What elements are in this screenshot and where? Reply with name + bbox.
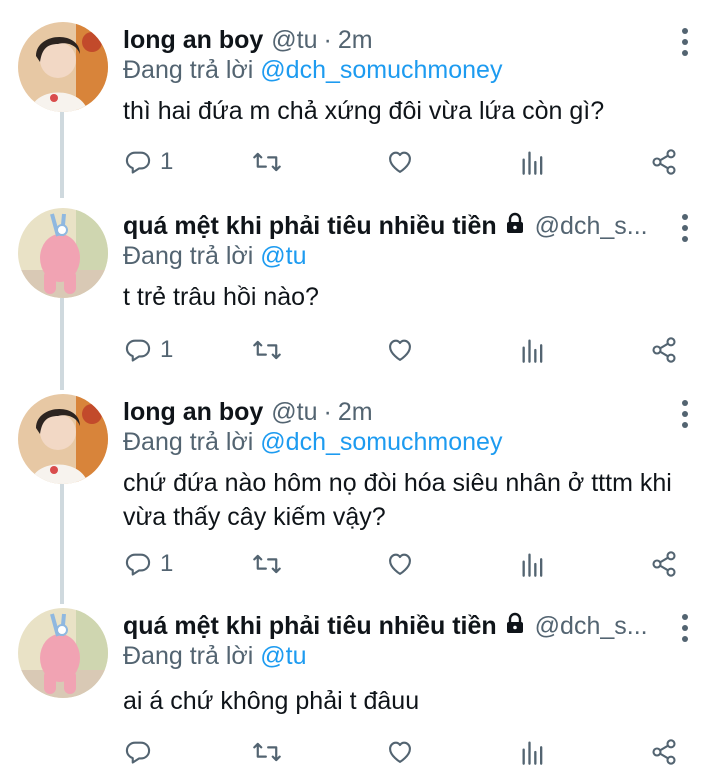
action-bar: 1 — [0, 546, 720, 582]
user-handle[interactable]: @tu — [271, 398, 317, 427]
lock-icon — [503, 211, 527, 242]
share-button[interactable] — [650, 546, 678, 582]
reply-to-mention[interactable]: @tu — [260, 242, 306, 270]
analytics-icon — [522, 553, 543, 577]
analytics-icon — [522, 339, 543, 363]
reply-count: 1 — [160, 336, 174, 363]
reply-count: 1 — [160, 550, 174, 577]
tweet-text: ai á chứ không phải t đâuu — [123, 687, 420, 715]
display-name[interactable]: quá mệt khi phải tiêu nhiều tiền — [123, 612, 497, 641]
analytics-button[interactable] — [520, 546, 546, 582]
analytics-button[interactable] — [520, 144, 546, 180]
heart-icon — [389, 339, 411, 361]
analytics-icon — [522, 151, 543, 175]
reply-icon — [125, 741, 151, 764]
reply-to-mention[interactable]: @dch_somuchmoney — [260, 428, 502, 456]
reply-button[interactable] — [124, 734, 160, 770]
replying-label: Đang trả lời — [123, 56, 254, 84]
analytics-icon — [522, 741, 543, 765]
share-icon — [652, 551, 676, 577]
like-button[interactable] — [386, 734, 414, 770]
user-handle[interactable]: @dch_s... — [535, 212, 648, 241]
tweet-text: chứ đứa nào hôm nọ đòi hóa siêu nhân ở t… — [123, 469, 672, 531]
timestamp[interactable]: 2m — [338, 398, 373, 427]
retweet-button[interactable] — [252, 546, 282, 582]
replying-to: Đang trả lời @dch_somuchmoney — [123, 56, 502, 85]
share-icon — [652, 337, 676, 363]
analytics-button[interactable] — [520, 734, 546, 770]
reply-button[interactable]: 1 — [124, 546, 173, 582]
action-bar — [0, 734, 720, 770]
user-handle[interactable]: @dch_s... — [535, 612, 648, 641]
reply-icon — [125, 553, 151, 576]
action-bar: 1 — [0, 144, 720, 180]
replying-label: Đang trả lời — [123, 242, 254, 270]
share-button[interactable] — [650, 734, 678, 770]
heart-icon — [389, 151, 411, 173]
avatar[interactable] — [18, 208, 108, 298]
retweet-icon — [253, 340, 281, 360]
display-name[interactable]: long an boy — [123, 26, 263, 55]
avatar[interactable] — [18, 22, 108, 112]
reply-count: 1 — [160, 148, 174, 175]
replying-label: Đang trả lời — [123, 428, 254, 456]
like-button[interactable] — [386, 144, 414, 180]
user-handle[interactable]: @tu — [271, 26, 317, 55]
more-options-icon[interactable] — [678, 28, 692, 56]
tweet-text: thì hai đứa m chả xứng đôi vừa lứa còn g… — [123, 97, 605, 125]
more-options-icon[interactable] — [678, 214, 692, 242]
more-options-icon[interactable] — [678, 614, 692, 642]
reply-button[interactable]: 1 — [124, 144, 173, 180]
reply-button[interactable]: 1 — [124, 332, 173, 368]
like-button[interactable] — [386, 332, 414, 368]
heart-icon — [389, 741, 411, 763]
more-options-icon[interactable] — [678, 400, 692, 428]
action-bar: 1 — [0, 332, 720, 368]
reply-to-mention[interactable]: @tu — [260, 642, 306, 670]
share-button[interactable] — [650, 332, 678, 368]
replying-to: Đang trả lời @tu — [123, 242, 307, 271]
display-name[interactable]: quá mệt khi phải tiêu nhiều tiền — [123, 212, 497, 241]
reply-icon — [125, 151, 151, 174]
retweet-icon — [253, 742, 281, 762]
share-button[interactable] — [650, 144, 678, 180]
replying-to: Đang trả lời @dch_somuchmoney — [123, 428, 502, 457]
retweet-button[interactable] — [252, 332, 282, 368]
display-name[interactable]: long an boy — [123, 398, 263, 427]
retweet-button[interactable] — [252, 144, 282, 180]
tweet-text: t trẻ trâu hồi nào? — [123, 283, 319, 311]
retweet-icon — [253, 152, 281, 172]
retweet-icon — [253, 554, 281, 574]
avatar[interactable] — [18, 394, 108, 484]
retweet-button[interactable] — [252, 734, 282, 770]
share-icon — [652, 149, 676, 175]
timestamp[interactable]: 2m — [338, 26, 373, 55]
replying-to: Đang trả lời @tu — [123, 642, 307, 671]
heart-icon — [389, 553, 411, 575]
separator-dot: · — [323, 397, 332, 426]
share-icon — [652, 739, 676, 765]
lock-icon — [503, 611, 527, 642]
avatar[interactable] — [18, 608, 108, 698]
replying-label: Đang trả lời — [123, 642, 254, 670]
reply-icon — [125, 339, 151, 362]
analytics-button[interactable] — [520, 332, 546, 368]
reply-to-mention[interactable]: @dch_somuchmoney — [260, 56, 502, 84]
separator-dot: · — [323, 25, 332, 54]
like-button[interactable] — [386, 546, 414, 582]
thread-line — [60, 484, 64, 604]
